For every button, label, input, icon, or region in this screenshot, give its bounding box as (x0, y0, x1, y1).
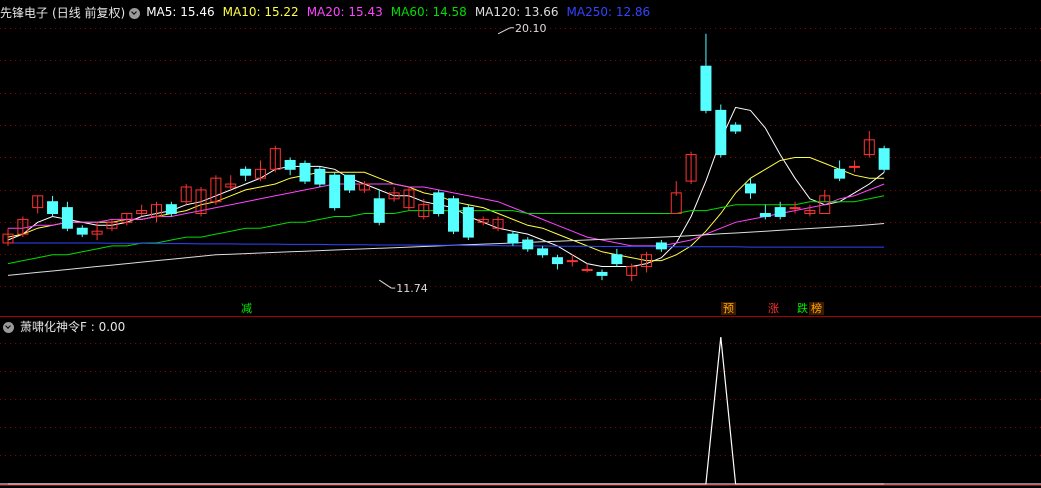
candle-down (700, 65, 712, 111)
candle-down (878, 148, 890, 170)
grid-lines (0, 28, 1041, 486)
annotation-leader (497, 27, 511, 35)
main-legend: 先锋电子 (日线 前复权) MA5: 15.46 MA10: 15.22 MA2… (0, 3, 658, 21)
candle-down (329, 174, 341, 209)
ma20-legend: MA20: 15.43 (306, 5, 383, 19)
candle-down (551, 257, 563, 265)
ma-line-ma250 (8, 242, 885, 248)
candle-down (433, 192, 445, 215)
indicator-panel (0, 336, 1041, 485)
candle-down (759, 213, 771, 217)
candle-down (165, 204, 177, 215)
signal-marker-bang: 榜 (809, 302, 824, 315)
chevron-down-icon[interactable] (3, 321, 14, 333)
candle-down (507, 233, 519, 244)
candle-down (462, 207, 474, 238)
candle-down (834, 168, 846, 179)
candle-down (448, 198, 459, 232)
chevron-down-icon[interactable] (129, 7, 141, 19)
candle-down (715, 109, 727, 156)
signal-marker-die: 跌 (797, 302, 808, 315)
sub-legend: 萧啸化神令F : 0.00 (0, 317, 133, 335)
candle-down (61, 207, 73, 229)
ma120-legend: MA120: 13.66 (474, 5, 559, 19)
candle-down (774, 207, 786, 217)
ma-line-ma120 (7, 223, 885, 276)
candle-down (522, 239, 534, 250)
candle-down (745, 183, 756, 194)
candle-down (344, 174, 356, 191)
indicator-line (8, 336, 885, 485)
candle-down (730, 124, 742, 132)
ma10-legend: MA10: 15.22 (222, 5, 299, 19)
candle-up (581, 268, 593, 271)
candle-down (655, 242, 667, 250)
candle-down (47, 201, 59, 215)
candle-down (373, 198, 385, 223)
signal-marker-jian: 减 (241, 302, 252, 315)
ma5-legend: MA5: 15.46 (146, 5, 215, 19)
signal-marker-yu: 预 (721, 302, 736, 315)
annotation-label: 20.10 (515, 22, 547, 35)
candle-down (76, 227, 88, 235)
ma60-legend: MA60: 14.58 (390, 5, 467, 19)
candle-down (284, 159, 296, 170)
candle-down (299, 162, 311, 182)
candle-up (789, 207, 801, 210)
candle-up (566, 260, 578, 263)
candle-up (848, 165, 860, 168)
ma250-legend: MA250: 12.86 (566, 5, 651, 19)
annotation-label: 11.74 (396, 282, 428, 295)
candle-down (596, 271, 608, 276)
stock-title: 先锋电子 (0, 5, 49, 20)
stock-chart: 20.10 11.74 (0, 22, 1041, 486)
period-label: (日线 前复权) (52, 5, 126, 20)
candle-down (611, 254, 623, 265)
indicator-legend: 萧啸化神令F : 0.00 (20, 319, 126, 334)
candle-down (240, 168, 252, 176)
candle-down (537, 248, 549, 256)
candle-up (670, 192, 682, 215)
signal-marker-zhang: 涨 (768, 302, 779, 315)
candle-down (314, 168, 326, 185)
